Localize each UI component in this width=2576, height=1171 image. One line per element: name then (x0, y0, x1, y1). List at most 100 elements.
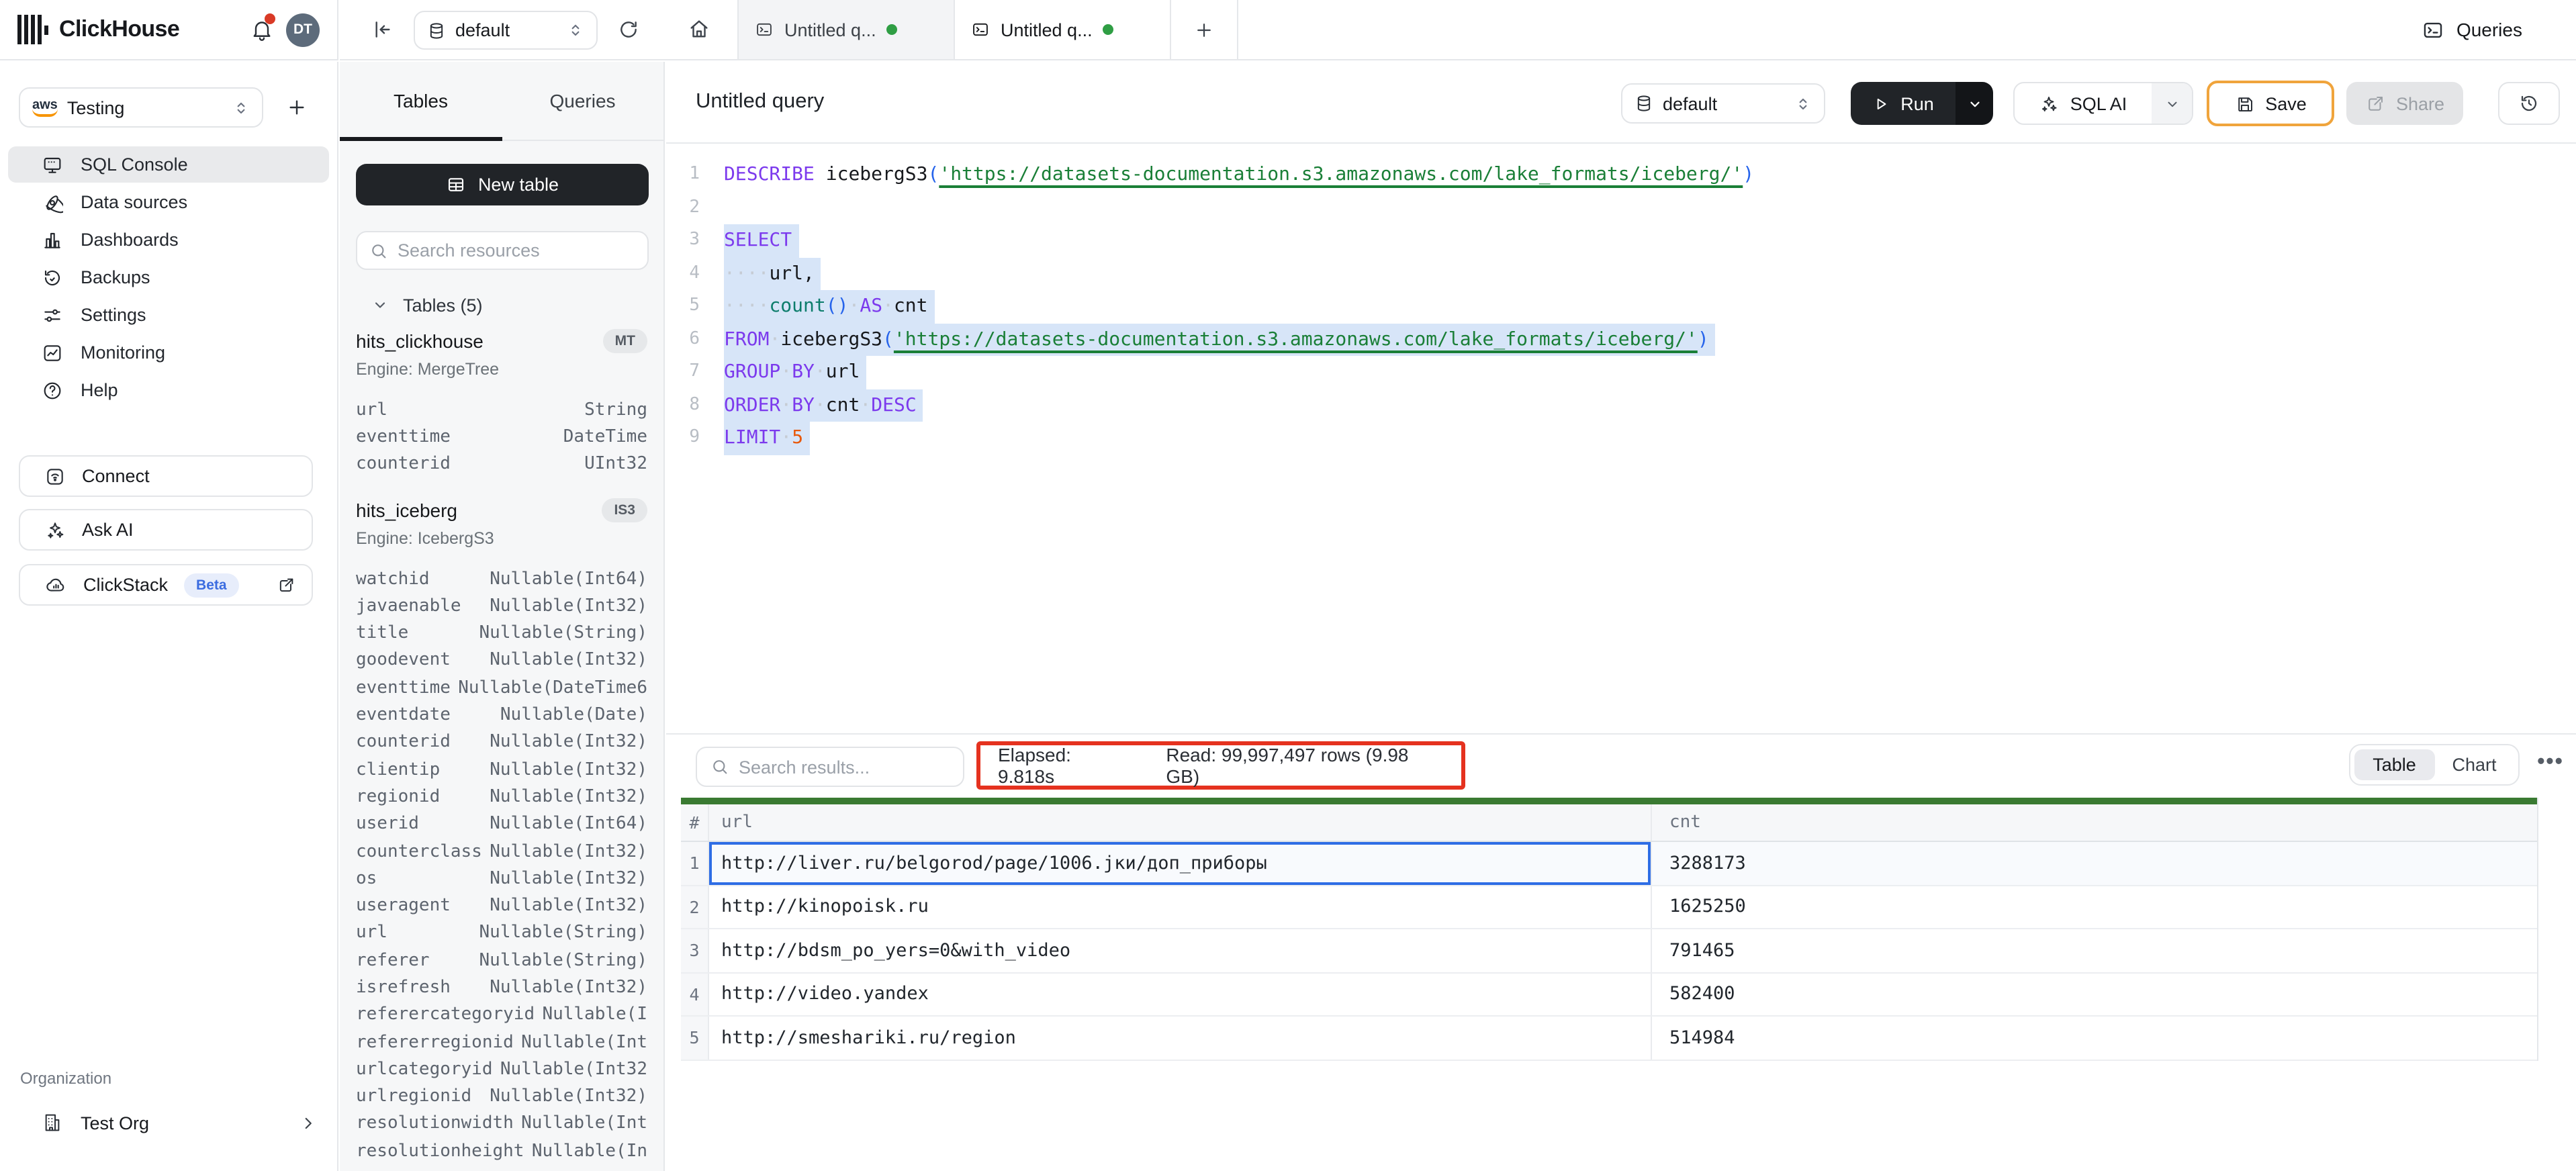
sidebar-item-help[interactable]: Help (8, 372, 329, 408)
query-title[interactable]: Untitled query (696, 90, 824, 114)
clickstack-cloud-icon (44, 573, 67, 596)
url-cell[interactable]: http://kinopoisk.ru (709, 886, 1652, 928)
clickstack-button[interactable]: ClickStack Beta (19, 564, 313, 606)
editor-database-selector[interactable]: default (1621, 83, 1825, 124)
url-cell[interactable]: http://liver.ru/belgorod/page/1006.jки/д… (709, 842, 1652, 884)
notifications-bell-icon[interactable] (250, 17, 274, 42)
table-engine: Engine: MergeTree (356, 360, 647, 384)
column-row: urlNullable(String) (356, 920, 647, 947)
column-name: eventtime (356, 427, 451, 447)
ask-ai-button[interactable]: Ask AI (19, 509, 313, 551)
results-search-input[interactable] (739, 757, 950, 777)
column-type: Nullable(In (532, 1141, 647, 1162)
run-options-caret[interactable] (1956, 82, 1993, 125)
selection-highlight: ····count()·AS·cnt (724, 290, 935, 323)
resources-tab-tables[interactable]: Tables (340, 62, 502, 140)
table-name[interactable]: hits_iceberg (356, 500, 457, 521)
code-text: FROM·icebergS3('https://datasets-documen… (700, 323, 1716, 356)
resources-tab-queries[interactable]: Queries (502, 62, 663, 140)
cnt-cell[interactable]: 582400 (1652, 973, 2537, 1015)
console-icon (42, 154, 63, 175)
token-kw: BY (792, 394, 815, 416)
token-ws: · (882, 295, 894, 317)
column-type: Nullable(Int32) (490, 733, 647, 753)
avatar[interactable]: DT (286, 13, 320, 46)
token-ws: ···· (724, 295, 769, 317)
header-row-number[interactable]: # (681, 804, 709, 841)
collapse-sidebar-icon[interactable] (372, 19, 394, 40)
add-service-button[interactable] (286, 97, 308, 118)
grid-header-row: #urlcnt (681, 804, 2537, 842)
query-tab-2[interactable]: Untitled q... (955, 0, 1171, 59)
connect-button[interactable]: Connect (19, 455, 313, 497)
sql-editor[interactable]: 1DESCRIBE icebergS3('https://datasets-do… (666, 145, 2576, 733)
view-toggle-chart[interactable]: Chart (2434, 749, 2514, 780)
sql-ai-button[interactable]: SQL AI (2013, 82, 2193, 125)
column-name: urlregionid (356, 1086, 471, 1107)
result-row-5[interactable]: 5http://smeshariki.ru/region514984 (681, 1017, 2537, 1060)
header-cnt[interactable]: cnt (1652, 804, 2537, 841)
results-search[interactable] (696, 747, 964, 787)
url-cell[interactable]: http://smeshariki.ru/region (709, 1017, 1652, 1059)
sidebar-item-sql-console[interactable]: SQL Console (8, 146, 329, 183)
sidebar-item-data-sources[interactable]: Data sources (8, 184, 329, 220)
run-button[interactable]: Run (1851, 82, 1993, 125)
view-toggle-table[interactable]: Table (2354, 749, 2434, 780)
cnt-cell[interactable]: 3288173 (1652, 842, 2537, 884)
cnt-cell[interactable]: 514984 (1652, 1017, 2537, 1059)
header-url[interactable]: url (709, 804, 1652, 841)
cnt-cell[interactable]: 1625250 (1652, 886, 2537, 928)
url-cell[interactable]: http://video.yandex (709, 973, 1652, 1015)
query-history-button[interactable] (2498, 82, 2560, 125)
column-row: title Nullable(String) (356, 620, 647, 647)
grid-scrollbar-gutter[interactable] (2537, 798, 2576, 1061)
database-selector[interactable]: default (414, 11, 598, 50)
save-button[interactable]: Save (2207, 81, 2334, 126)
query-tab-1[interactable]: Untitled q... (737, 0, 955, 59)
resources-search[interactable] (356, 231, 649, 270)
line-number: 9 (666, 422, 700, 455)
code-line-8: 8ORDER·BY·cnt·DESC (666, 389, 2576, 422)
column-row: useragentNullable(Int32) (356, 892, 647, 920)
result-row-1[interactable]: 1http://liver.ru/belgorod/page/1006.jки/… (681, 842, 2537, 886)
cnt-cell[interactable]: 791465 (1652, 929, 2537, 972)
resources-search-input[interactable] (398, 240, 635, 261)
refresh-icon[interactable] (618, 19, 639, 40)
save-label: Save (2265, 93, 2307, 113)
sidebar-item-settings[interactable]: Settings (8, 297, 329, 333)
result-row-2[interactable]: 2http://kinopoisk.ru1625250 (681, 886, 2537, 929)
code-text: DESCRIBE icebergS3('https://datasets-doc… (700, 158, 1754, 191)
sidebar-item-label: Help (81, 380, 118, 400)
play-icon (1872, 95, 1890, 112)
sql-ai-caret[interactable] (2152, 83, 2192, 124)
sidebar-item-monitoring[interactable]: Monitoring (8, 334, 329, 371)
column-name: url (356, 400, 387, 420)
column-type: DateTime (563, 427, 647, 447)
column-name: title (356, 623, 408, 643)
token-kw: AS (860, 295, 882, 317)
tables-group-header[interactable]: Tables (5) (372, 293, 483, 317)
token-pn: ) (1698, 328, 1709, 350)
sidebar-item-label: SQL Console (81, 154, 188, 175)
column-type: Nullable(Int32) (490, 651, 647, 671)
column-name: eventtime (356, 677, 451, 698)
workspace-selector[interactable]: aws Testing (19, 87, 263, 128)
more-options-icon[interactable]: ••• (2533, 743, 2568, 783)
organization-item[interactable]: Test Org (20, 1107, 317, 1139)
new-tab-button[interactable] (1171, 0, 1238, 59)
code-text: ····url, (700, 257, 821, 290)
home-icon[interactable] (688, 17, 710, 40)
sidebar-item-backups[interactable]: Backups (8, 259, 329, 295)
sidebar-item-dashboards[interactable]: Dashboards (8, 222, 329, 258)
new-table-button[interactable]: New table (356, 164, 649, 205)
table-name[interactable]: hits_clickhouse (356, 330, 484, 352)
url-cell[interactable]: http://bdsm_po_yers=0&with_video (709, 929, 1652, 972)
queries-link[interactable]: Queries (2422, 0, 2522, 59)
column-name: counterid (356, 733, 451, 753)
column-type: Nullable(Int32) (490, 896, 647, 916)
sparkles-icon (2039, 93, 2060, 113)
code-line-9: 9LIMIT·5 (666, 422, 2576, 455)
column-type: Nullable(String) (479, 623, 647, 643)
result-row-3[interactable]: 3http://bdsm_po_yers=0&with_video791465 (681, 929, 2537, 973)
result-row-4[interactable]: 4http://video.yandex582400 (681, 973, 2537, 1017)
